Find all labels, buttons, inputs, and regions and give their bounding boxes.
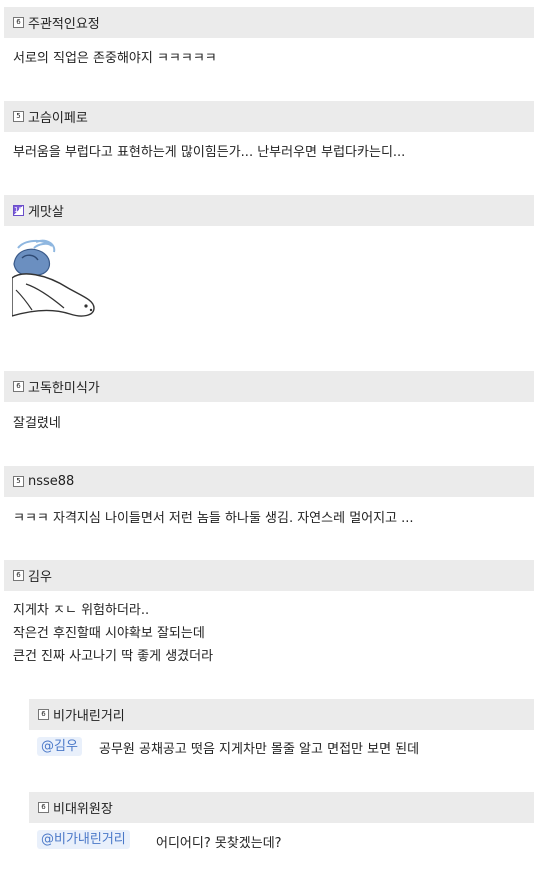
comment-header: 5 nsse88 (4, 466, 534, 497)
mention-tag[interactable]: @김우 (37, 737, 82, 756)
level-icon: 10 (13, 205, 24, 216)
comment-text: ㅋㅋㅋ 자격지심 나이들면서 저런 놈들 하나둘 생김. 자연스레 멀어지고 .… (13, 511, 414, 526)
level-icon: 6 (13, 570, 24, 581)
comment-text: 부러움을 부럽다고 표현하는게 많이힘든가... 난부러우면 부럽다카는디... (13, 145, 406, 160)
reply-header: 6 비가내린거리 (29, 699, 534, 730)
level-icon: 6 (13, 17, 24, 28)
nickname[interactable]: 김우 (28, 566, 52, 585)
nickname[interactable]: 비가내린거리 (53, 705, 125, 724)
nickname[interactable]: 고독한미식가 (28, 377, 100, 396)
level-icon: 5 (13, 476, 24, 487)
comment-header: 6 고독한미식가 (4, 371, 534, 402)
reply-text: 공무원 공채공고 떳음 지게차만 몰줄 알고 면접만 보면 된데 (99, 742, 420, 757)
reply-header: 6 비대위원장 (29, 792, 534, 823)
comment-text: 서로의 직업은 존중해야지 ㅋㅋㅋㅋㅋ (13, 51, 217, 66)
level-icon: 6 (38, 802, 49, 813)
level-icon: 5 (13, 111, 24, 122)
level-icon: 6 (13, 381, 24, 392)
reply-text: 어디어디? 못찾겠는데? (156, 836, 282, 851)
nickname[interactable]: nsse88 (28, 474, 74, 489)
comment-header: 6 주관적인요정 (4, 7, 534, 38)
nickname[interactable]: 비대위원장 (53, 798, 113, 817)
seal-lying-sticker (12, 239, 95, 317)
nickname[interactable]: 주관적인요정 (28, 13, 100, 32)
nickname[interactable]: 고슴이페로 (28, 107, 88, 126)
comment-text: 지게차 ㅈㄴ 위험하더라.. (13, 603, 150, 618)
comment-text: 작은건 후진할때 시야확보 잘되는데 (13, 626, 205, 641)
comment-header: 10 게맛살 (4, 195, 534, 226)
comment-text: 잘걸렸네 (13, 416, 61, 431)
level-icon: 6 (38, 709, 49, 720)
comment-text: 큰건 진짜 사고나기 딱 좋게 생겼더라 (13, 649, 214, 664)
comment-header: 6 김우 (4, 560, 534, 591)
comment-header: 5 고슴이페로 (4, 101, 534, 132)
nickname[interactable]: 게맛살 (28, 201, 64, 220)
mention-tag[interactable]: @비가내린거리 (37, 830, 130, 849)
